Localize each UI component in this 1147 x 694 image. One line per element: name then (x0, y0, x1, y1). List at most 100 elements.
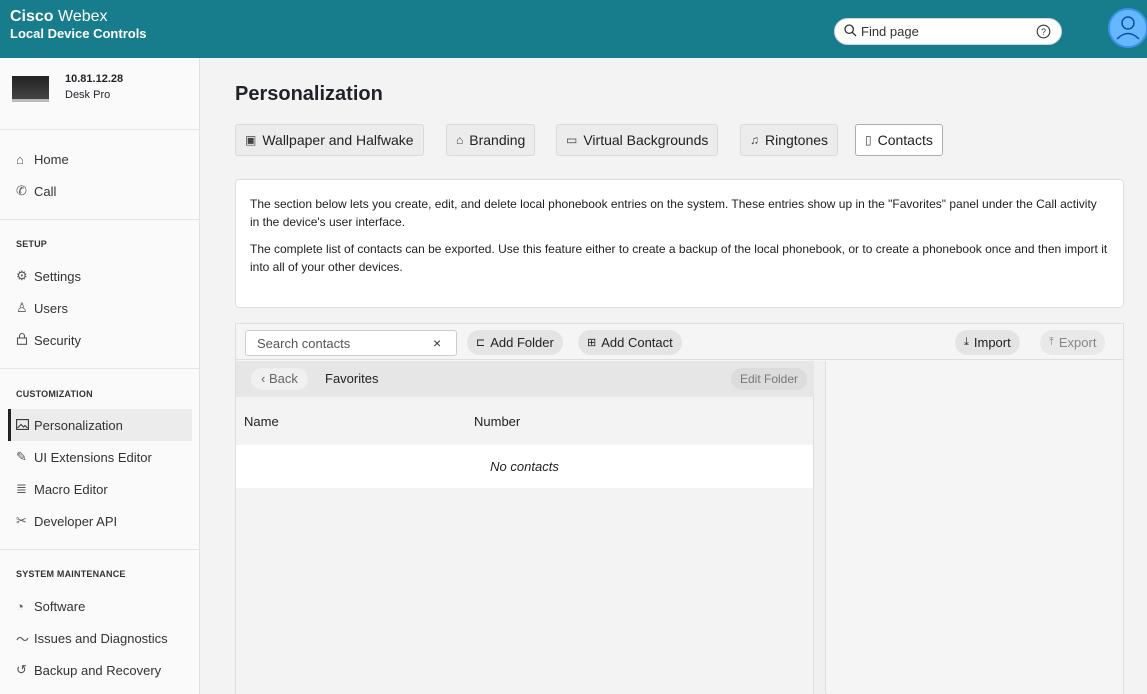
sidebar-item-label: UI Extensions Editor (34, 449, 152, 465)
sidebar-item-developer-api[interactable]: ✂ Developer API (8, 505, 192, 537)
history-icon: ↺ (16, 662, 27, 677)
tab-label: Ringtones (765, 132, 829, 148)
pencil-icon: ✎ (16, 449, 27, 464)
device-image (12, 76, 49, 102)
contacts-info-box: The section below lets you create, edit,… (235, 179, 1124, 308)
gear-icon: ⚙ (16, 268, 28, 283)
section-label-customization: CUSTOMIZATION (16, 389, 93, 399)
sidebar-item-users[interactable]: ♙ Users (8, 292, 192, 324)
find-page-input[interactable]: Find page (861, 24, 919, 39)
tab-ringtones[interactable]: ♫ Ringtones (740, 124, 839, 156)
sidebar-item-label: Home (34, 151, 69, 167)
device-model: Desk Pro (65, 89, 111, 101)
sidebar-item-label: Macro Editor (34, 481, 108, 497)
home-icon: ⌂ (16, 151, 24, 167)
section-label-setup: SETUP (16, 239, 48, 249)
sidebar-item-label: Users (34, 300, 68, 316)
chevron-left-icon: ‹ (261, 371, 266, 386)
search-icon (844, 24, 857, 40)
sidebar-item-personalization[interactable]: Personalization (8, 409, 192, 441)
brand-subtitle: Local Device Controls (10, 26, 147, 41)
software-icon: ◔ (16, 598, 24, 614)
sidebar-item-ui-extensions-editor[interactable]: ✎ UI Extensions Editor (8, 441, 192, 473)
sidebar-item-settings[interactable]: ⚙ Settings (8, 260, 192, 292)
image-icon: ▣ (245, 133, 257, 147)
sidebar-item-backup-and-recovery[interactable]: ↺ Backup and Recovery (8, 654, 192, 686)
info-paragraph: The section below lets you create, edit,… (250, 197, 1097, 229)
lock-icon (16, 332, 34, 348)
import-icon: ⤓ (964, 336, 969, 348)
user-icon (1116, 16, 1140, 40)
folder-add-icon: ⊏ (476, 337, 486, 349)
divider (0, 219, 200, 220)
export-icon: ⤒ (1049, 336, 1054, 348)
column-header-number[interactable]: Number (474, 414, 520, 429)
contacts-list: Name Number No contacts (236, 397, 814, 694)
contact-book-icon: ▯ (865, 133, 872, 147)
sidebar-item-issues-and-diagnostics[interactable]: 〜 Issues and Diagnostics (8, 622, 192, 654)
sidebar-item-label: Issues and Diagnostics (34, 630, 168, 646)
sidebar-item-macro-editor[interactable]: ≣ Macro Editor (8, 473, 192, 505)
column-header-name[interactable]: Name (244, 414, 279, 429)
import-button[interactable]: ⤓ Import (955, 330, 1020, 355)
sidebar-item-label: Software (34, 598, 86, 614)
top-header: Cisco Webex Local Device Controls Find p… (0, 0, 1147, 58)
tab-label: Branding (469, 132, 526, 148)
breadcrumb: Favorites (325, 371, 379, 386)
sidebar-item-label: Security (34, 332, 81, 348)
scrollbar[interactable] (814, 361, 826, 694)
clear-search-button[interactable]: × (433, 335, 441, 351)
sidebar: 10.81.12.28 Desk Pro ⌂ Home ✆ Call SETUP ⚙… (0, 58, 200, 694)
user-avatar[interactable] (1108, 8, 1147, 48)
info-paragraph: The complete list of contacts can be exp… (250, 242, 1108, 274)
divider (0, 368, 200, 369)
contacts-toolbar: Search contacts × ⊏ Add Folder ⊞ Add Conta… (236, 324, 1123, 360)
button-label: Export (1058, 335, 1097, 350)
lines-icon: ≣ (16, 481, 27, 496)
search-contacts-input[interactable]: Search contacts (245, 330, 457, 356)
sidebar-item-label: Developer API (34, 513, 118, 529)
sidebar-item-software[interactable]: ◔ Software (8, 590, 192, 622)
add-folder-button[interactable]: ⊏ Add Folder (467, 330, 563, 355)
back-button[interactable]: ‹ Back (251, 368, 308, 390)
device-ip: 10.81.12.28 (65, 73, 124, 85)
tab-branding[interactable]: ⌂ Branding (446, 124, 536, 156)
screen-icon: ▭ (566, 133, 578, 147)
divider (0, 129, 200, 130)
sidebar-item-label: Backup and Recovery (34, 662, 162, 678)
sidebar-item-home[interactable]: ⌂ Home (8, 143, 192, 175)
empty-state: No contacts (236, 445, 813, 488)
sidebar-item-call[interactable]: ✆ Call (8, 175, 192, 207)
sidebar-item-label: Personalization (34, 417, 123, 433)
folder-bar: ‹ Back Favorites Edit Folder (236, 361, 814, 397)
brand-product: Webex (58, 8, 108, 25)
export-button[interactable]: ⤒ Export (1040, 330, 1106, 355)
brand-name: Cisco (10, 8, 54, 25)
tab-label: Contacts (877, 132, 933, 148)
button-label: Add Contact (601, 335, 673, 350)
page-title: Personalization (235, 83, 383, 105)
tab-contacts[interactable]: ▯ Contacts (855, 124, 943, 156)
pulse-icon: 〜 (16, 631, 30, 647)
sidebar-item-security[interactable]: Security (8, 324, 192, 356)
tools-icon: ✂ (16, 513, 27, 528)
contact-detail-pane (827, 361, 1123, 694)
contacts-panel: Search contacts × ⊏ Add Folder ⊞ Add Conta… (235, 323, 1124, 694)
edit-folder-button[interactable]: Edit Folder (731, 368, 808, 390)
find-page-search[interactable]: Find page ? (834, 18, 1062, 45)
image-icon (16, 418, 34, 433)
brand[interactable]: Cisco Webex Local Device Controls (10, 8, 147, 42)
tab-wallpaper-and-halfwake[interactable]: ▣ Wallpaper and Halfwake (235, 124, 424, 156)
tag-icon: ⌂ (456, 133, 464, 147)
add-contact-button[interactable]: ⊞ Add Contact (578, 330, 682, 355)
tab-label: Virtual Backgrounds (583, 132, 709, 148)
divider (0, 549, 200, 550)
section-label-system-maintenance: SYSTEM MAINTENANCE (16, 569, 126, 579)
music-icon: ♫ (750, 133, 759, 147)
help-icon[interactable]: ? (1036, 24, 1051, 42)
sidebar-item-label: Call (34, 183, 57, 199)
sidebar-item-label: Settings (34, 268, 81, 284)
tab-label: Wallpaper and Halfwake (262, 132, 414, 148)
tab-virtual-backgrounds[interactable]: ▭ Virtual Backgrounds (556, 124, 719, 156)
button-label: Back (268, 371, 298, 386)
